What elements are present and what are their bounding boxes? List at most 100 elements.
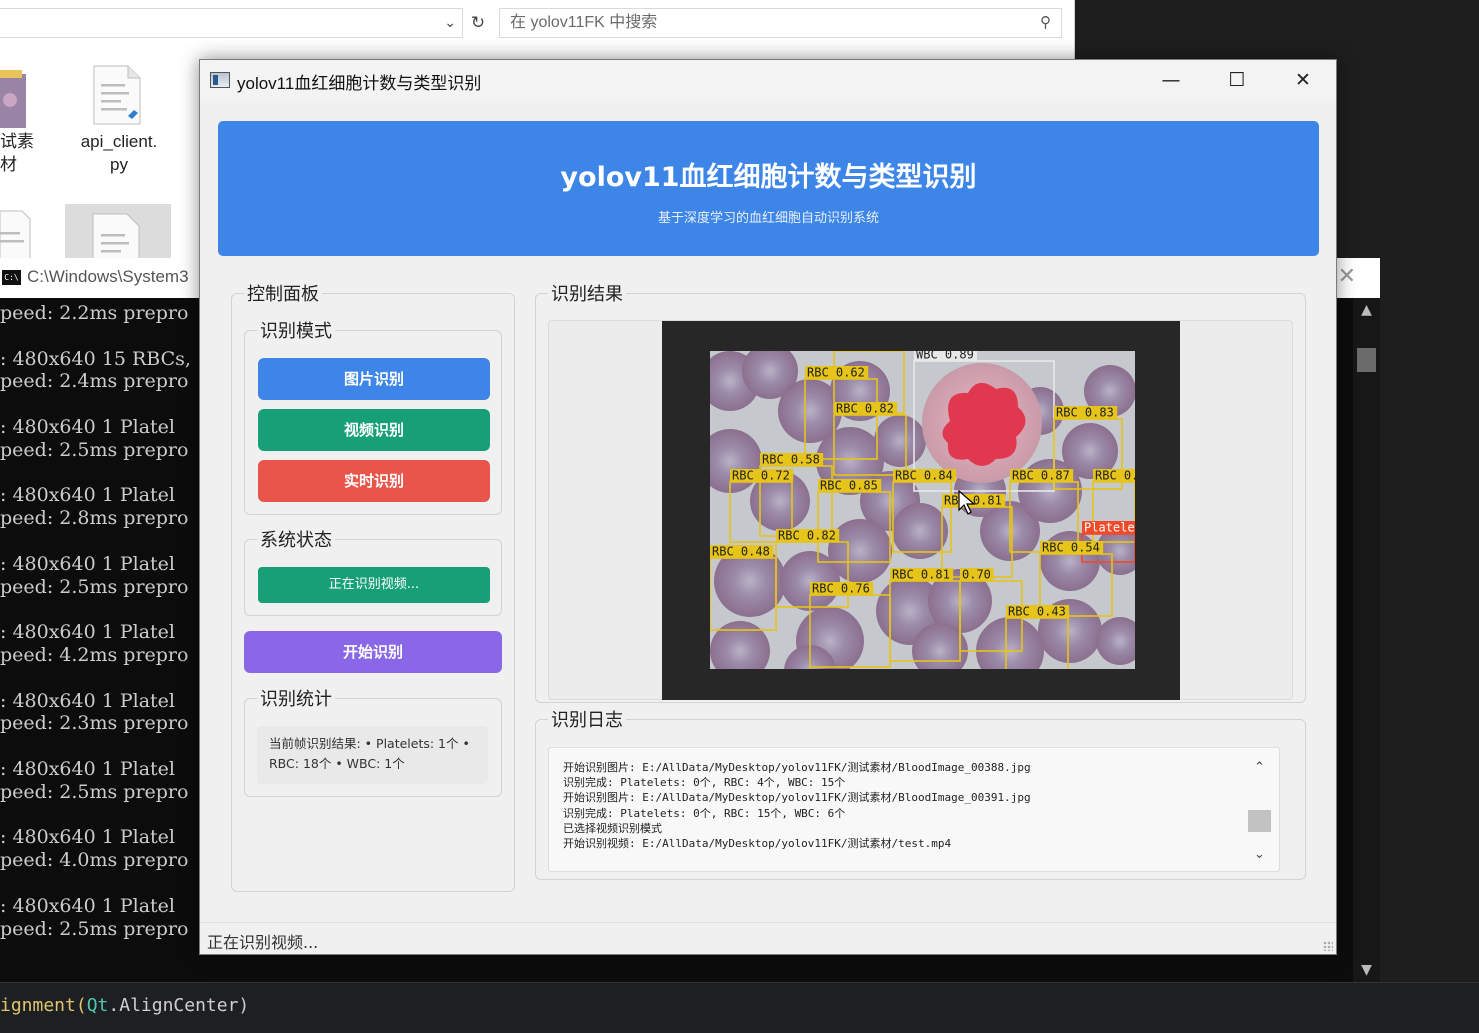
console-line: peed: 2.2ms prepro: [0, 302, 189, 324]
console-line: peed: 2.5ms prepro: [0, 780, 189, 803]
results-panel: 识别结果 WBC 0.89 RBC 0.62 RBC 0.82 RBC 0.83…: [535, 280, 1306, 703]
detection-label: RBC 0.85: [820, 479, 878, 493]
detection-label: RBC 0.62: [807, 366, 865, 380]
log-scrollbar[interactable]: ⌃ ⌄: [1248, 754, 1271, 866]
chevron-up-icon[interactable]: ⌃: [1248, 760, 1271, 775]
log-line: 识别完成: Platelets: 0个, RBC: 15个, WBC: 6个: [563, 806, 846, 820]
detection-label: RBC 0.43: [1008, 605, 1066, 619]
search-input[interactable]: 在 yolov11FK 中搜索 ⚲: [499, 8, 1062, 38]
console-scrollbar[interactable]: ▲ ▼: [1353, 298, 1380, 982]
window-titlebar[interactable]: yolov11血红细胞计数与类型识别 — ☐ ✕: [200, 60, 1336, 101]
code-token: .AlignCenter): [108, 995, 250, 1016]
detection-label: RBC 0.83: [1056, 406, 1114, 420]
console-line: : 480x640 1 Platel: [0, 484, 175, 507]
status-bar-text: 正在识别视频...: [207, 933, 319, 952]
chevron-up-icon[interactable]: ▲: [1353, 302, 1380, 318]
console-line: : 480x640 1 Platel: [0, 552, 175, 575]
log-line: 开始识别视频: E:/AllData/MyDesktop/yolov11FK/测…: [563, 837, 952, 851]
file-label-folder[interactable]: 试素材: [0, 130, 45, 176]
console-line: : 480x640 1 Platel: [0, 826, 175, 849]
refresh-icon[interactable]: ↻: [465, 8, 491, 38]
address-bar[interactable]: ⌄: [0, 8, 463, 38]
console-line: : 480x640 1 Platel: [0, 757, 175, 780]
wbc-cell: [922, 363, 1042, 483]
results-title: 识别结果: [548, 280, 626, 306]
detection-label: WBC 0.89: [916, 351, 974, 362]
header-banner: yolov11血红细胞计数与类型识别 基于深度学习的血红细胞自动识别系统: [218, 121, 1319, 256]
resize-grip-icon[interactable]: [1323, 941, 1333, 951]
console-line: : 480x640 15 RBCs,: [0, 347, 191, 370]
detection-label: RBC 0.54: [1042, 541, 1100, 555]
detection-label: Platelets 0.33: [1084, 521, 1135, 535]
python-file-icon[interactable]: [92, 64, 142, 126]
console-line: peed: 2.5ms prepro: [0, 575, 189, 598]
close-icon[interactable]: ✕: [1270, 60, 1336, 101]
detection-label: RBC 0.84: [895, 469, 953, 483]
mouse-cursor-icon: [958, 490, 976, 515]
stats-group-title: 识别统计: [257, 685, 335, 711]
system-status-title: 系统状态: [257, 526, 335, 552]
search-icon: ⚲: [1040, 14, 1051, 31]
chevron-down-icon[interactable]: ⌄: [1248, 847, 1271, 862]
minimize-icon[interactable]: —: [1138, 60, 1204, 101]
system-status-group: 系统状态 正在识别视频...: [244, 526, 502, 616]
header-title: yolov11血红细胞计数与类型识别: [560, 162, 977, 193]
image-recognition-button[interactable]: 图片识别: [258, 358, 490, 400]
scrollbar-thumb[interactable]: [1248, 810, 1271, 832]
detection-label: RBC 0.87: [1012, 469, 1070, 483]
console-title: C:\Windows\System3: [27, 267, 189, 286]
scrollbar-thumb[interactable]: [1357, 348, 1376, 372]
file-label-api-client[interactable]: api_client. py: [74, 130, 164, 176]
realtime-recognition-button[interactable]: 实时识别: [258, 460, 490, 502]
selected-file-tile[interactable]: [65, 204, 171, 263]
mode-group: 识别模式 图片识别 视频识别 实时识别: [244, 317, 502, 515]
close-icon[interactable]: ✕: [1338, 264, 1356, 289]
chevron-down-icon[interactable]: ⌄: [444, 15, 456, 31]
detection-image: RBC 0.74 WBC 0.89 RBC 0.62 RBC 0.82 RBC 0.83…: [662, 321, 1180, 700]
console-line: peed: 2.3ms prepro: [0, 712, 189, 735]
document-file-icon[interactable]: [0, 207, 32, 262]
code-token: ignment(: [0, 995, 87, 1016]
detection-label: RBC 0.58: [762, 453, 820, 467]
detection-label: RBC 0.30: [1095, 469, 1135, 483]
stats-group: 识别统计 当前帧识别结果: • Platelets: 1个 • RBC: 18个…: [244, 685, 502, 797]
maximize-icon[interactable]: ☐: [1204, 60, 1270, 101]
chevron-down-icon[interactable]: ▼: [1353, 962, 1380, 978]
app-icon: [210, 72, 230, 88]
console-line: peed: 2.5ms prepro: [0, 917, 189, 940]
video-recognition-button[interactable]: 视频识别: [258, 409, 490, 451]
detection-label: RBC 0.82: [836, 402, 894, 416]
rbc-cell: [892, 503, 948, 559]
log-line: 开始识别图片: E:/AllData/MyDesktop/yolov11FK/测…: [563, 791, 1031, 805]
window-title: yolov11血红细胞计数与类型识别: [237, 74, 482, 93]
rbc-cell: [828, 519, 892, 583]
detection-label: RBC 0.82: [778, 529, 836, 543]
console-line: peed: 2.5ms prepro: [0, 438, 189, 461]
search-placeholder: 在 yolov11FK 中搜索: [510, 14, 658, 31]
code-editor-strip: ignment(Qt.AlignCenter): [0, 982, 1479, 1033]
cmd-icon: C:\: [2, 270, 21, 285]
result-frame: RBC 0.74 WBC 0.89 RBC 0.62 RBC 0.82 RBC 0.83…: [548, 320, 1293, 700]
log-textarea[interactable]: 开始识别图片: E:/AllData/MyDesktop/yolov11FK/测…: [548, 747, 1280, 872]
detection-label: RBC 0.72: [732, 469, 790, 483]
start-recognition-button[interactable]: 开始识别: [244, 631, 502, 673]
folder-thumbnail-icon[interactable]: [0, 70, 28, 130]
detection-label: RBC 0.74: [836, 351, 894, 352]
status-indicator: 正在识别视频...: [258, 567, 490, 603]
control-panel: 控制面板 识别模式 图片识别 视频识别 实时识别 系统状态 正在识别视频... …: [231, 280, 515, 892]
console-line: : 480x640 1 Platel: [0, 689, 175, 712]
rbc-cell: [874, 415, 926, 467]
console-line: peed: 4.0ms prepro: [0, 849, 189, 872]
detection-label: RBC 0.48: [712, 545, 770, 559]
control-panel-title: 控制面板: [244, 280, 322, 306]
console-line: peed: 2.8ms prepro: [0, 507, 189, 530]
console-line: : 480x640 1 Platel: [0, 621, 175, 644]
log-line: 已选择视频识别模式: [563, 821, 662, 835]
microscope-image: RBC 0.74 WBC 0.89 RBC 0.62 RBC 0.82 RBC 0.83…: [710, 351, 1135, 669]
